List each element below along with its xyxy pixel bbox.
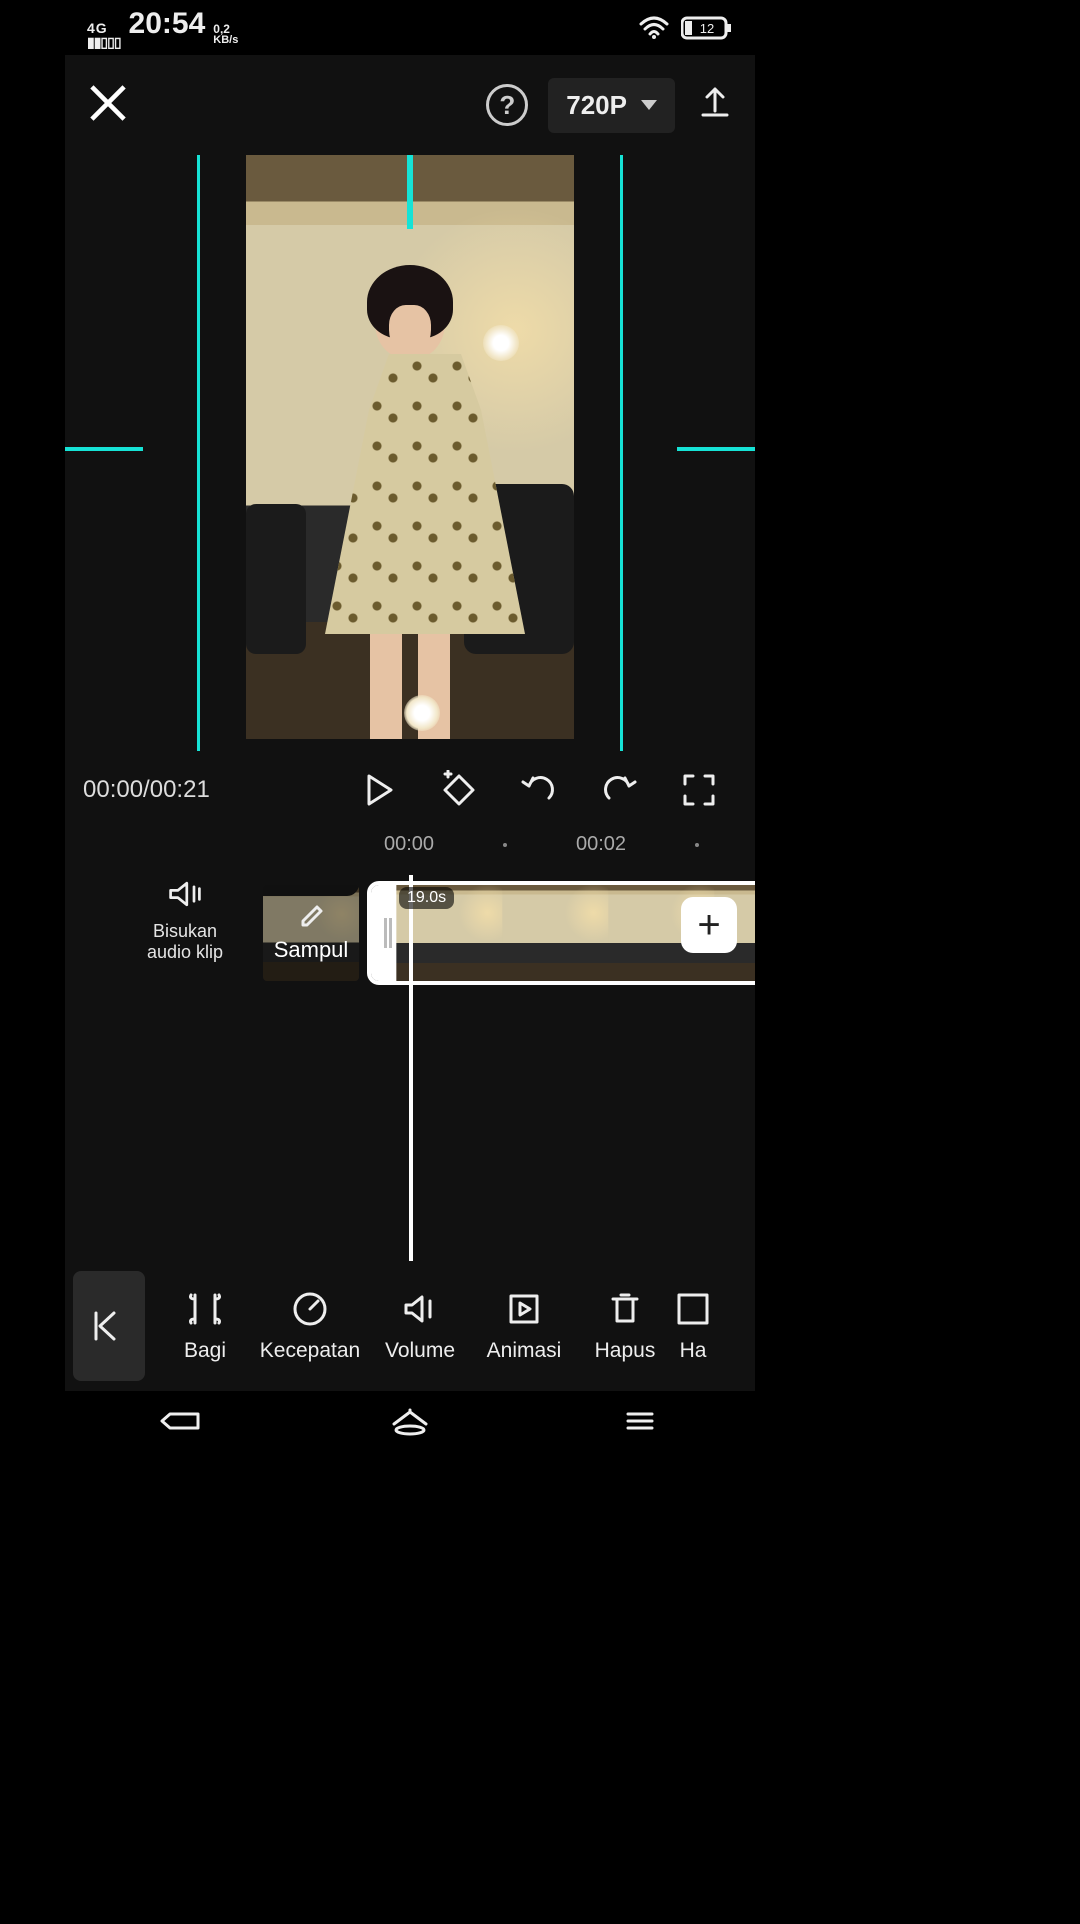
svg-text:12: 12	[700, 21, 714, 36]
tool-partial[interactable]: Ha	[673, 1289, 713, 1363]
ruler-dot	[695, 843, 699, 847]
network-indicator: 4G▮▮▯▯▯	[87, 21, 121, 49]
wifi-icon	[639, 16, 669, 40]
ruler-tick: 00:02	[576, 833, 626, 856]
undo-button[interactable]	[501, 770, 577, 810]
mute-label: Bisukanaudio klip	[125, 921, 245, 964]
data-rate: 0,2KB/s	[213, 23, 238, 46]
editor-toolbar: ? 720P	[65, 55, 755, 155]
resolution-label: 720P	[566, 90, 627, 121]
split-icon	[185, 1289, 225, 1329]
close-button[interactable]	[85, 80, 131, 131]
nav-home-button[interactable]	[386, 1406, 434, 1441]
resolution-selector[interactable]: 720P	[548, 78, 675, 133]
mute-clip-audio-button[interactable]: Bisukanaudio klip	[125, 879, 245, 964]
speaker-icon	[167, 879, 203, 909]
status-bar: 4G▮▮▯▯▯ 20:54 0,2KB/s 12	[65, 0, 755, 55]
cover-button[interactable]: Sampul	[263, 885, 359, 981]
nav-back-button[interactable]	[156, 1406, 204, 1441]
keyframe-button[interactable]	[421, 770, 497, 810]
tool-volume[interactable]: Volume	[369, 1289, 471, 1363]
guide-line	[677, 447, 755, 451]
animation-icon	[504, 1289, 544, 1329]
ruler-dot	[503, 843, 507, 847]
tool-delete[interactable]: Hapus	[577, 1289, 673, 1363]
tools-back-button[interactable]	[73, 1271, 145, 1381]
fullscreen-button[interactable]	[661, 770, 737, 810]
tool-animation[interactable]: Animasi	[471, 1289, 577, 1363]
add-clip-button[interactable]: +	[681, 897, 737, 953]
edit-icon	[297, 903, 325, 931]
guide-line	[620, 155, 623, 751]
edit-tools-bar: Bagi Kecepatan Volume Animasi Hapus Ha	[65, 1261, 755, 1391]
help-button[interactable]: ?	[486, 84, 528, 126]
export-button[interactable]	[695, 83, 735, 128]
cover-label: Sampul	[274, 937, 349, 963]
time-ruler[interactable]: 00:00 00:02	[65, 829, 755, 865]
tool-split[interactable]: Bagi	[159, 1289, 251, 1363]
tool-speed[interactable]: Kecepatan	[251, 1289, 369, 1363]
trash-icon	[605, 1289, 645, 1329]
clip-duration-badge: 19.0s	[399, 887, 454, 909]
clock: 20:54	[129, 7, 206, 41]
nav-recent-button[interactable]	[616, 1406, 664, 1441]
android-nav-bar	[65, 1391, 755, 1455]
speed-icon	[290, 1289, 330, 1329]
guide-line	[65, 447, 143, 451]
tool-icon	[673, 1289, 713, 1329]
control-handle[interactable]	[404, 695, 440, 731]
volume-icon	[400, 1289, 440, 1329]
video-frame[interactable]	[246, 155, 574, 739]
video-preview[interactable]	[65, 155, 755, 751]
redo-button[interactable]	[581, 770, 657, 810]
chevron-down-icon	[641, 100, 657, 110]
playhead[interactable]	[409, 875, 413, 1261]
timeline-panel[interactable]: 00:00 00:02 Bisukanaudio klip Sampul	[65, 829, 755, 1261]
play-button[interactable]	[341, 770, 417, 810]
guide-line	[197, 155, 200, 751]
timecode-display: 00:00/00:21	[83, 776, 210, 804]
battery-icon: 12	[681, 16, 733, 40]
playback-controls: 00:00/00:21	[65, 751, 755, 829]
control-handle[interactable]	[483, 325, 519, 361]
ruler-tick: 00:00	[384, 833, 434, 856]
guide-line	[407, 155, 413, 229]
